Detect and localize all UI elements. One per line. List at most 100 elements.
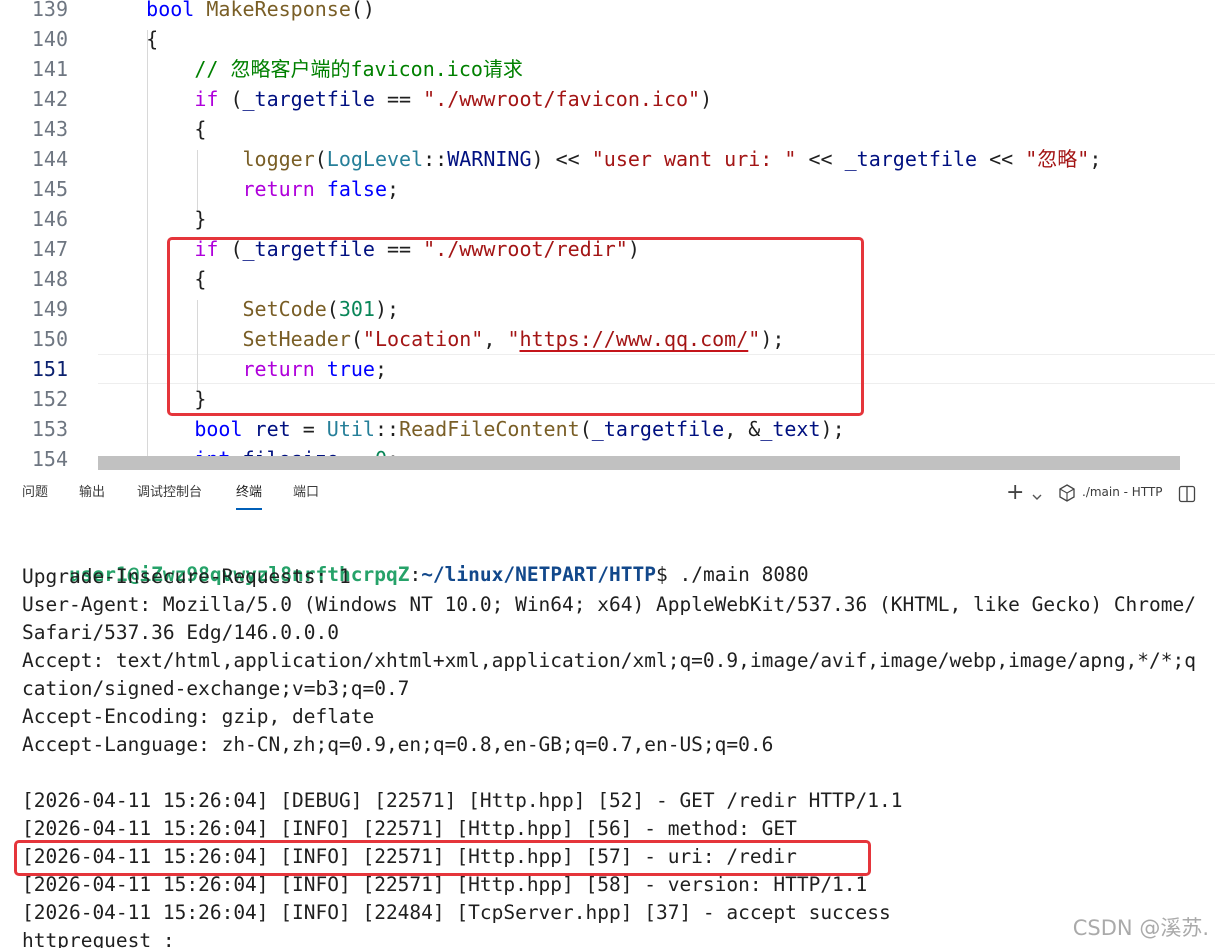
code-line[interactable]: { xyxy=(98,114,206,144)
tab-problems[interactable]: 问题 xyxy=(22,484,48,502)
terminal-name[interactable]: ./main - HTTP xyxy=(1082,485,1163,499)
code-line[interactable]: if (_targetfile == "./wwwroot/favicon.ic… xyxy=(98,84,712,114)
code-token: // 忽略客户端的favicon.ico请求 xyxy=(194,57,523,81)
chevron-down-icon[interactable] xyxy=(1032,486,1042,505)
code-token: << xyxy=(977,147,1026,171)
code-token: , & xyxy=(724,417,761,441)
code-token: if xyxy=(194,87,219,111)
code-token: << xyxy=(796,147,845,171)
line-number: 139 xyxy=(31,0,68,21)
code-line[interactable]: return false; xyxy=(98,174,400,204)
code-token: :: xyxy=(423,147,448,171)
terminal-line: [2026-04-11 15:26:04] [INFO] [22571] [Ht… xyxy=(22,817,797,840)
tab-ports[interactable]: 端口 xyxy=(293,484,319,502)
horizontal-scrollbar[interactable] xyxy=(98,456,1180,470)
code-token: { xyxy=(98,27,159,51)
line-number: 145 xyxy=(31,177,68,201)
code-token: ) << xyxy=(531,147,592,171)
line-number: 150 xyxy=(31,327,68,351)
code-line[interactable]: logger(LogLevel::WARNING) << "user want … xyxy=(98,144,1102,174)
line-number: 153 xyxy=(31,417,68,441)
code-line[interactable]: bool ret = Util::ReadFileContent(_target… xyxy=(98,414,845,444)
prompt-command: $ ./main 8080 xyxy=(656,563,809,586)
line-number: 141 xyxy=(31,57,68,81)
code-token: _targetfile xyxy=(242,87,375,111)
code-token: } xyxy=(98,207,207,231)
line-number: 151 xyxy=(31,357,68,381)
code-token: ( xyxy=(314,147,327,171)
code-token: _text xyxy=(760,417,821,441)
code-token: :: xyxy=(374,417,400,441)
line-number: 149 xyxy=(31,297,68,321)
line-number: 148 xyxy=(31,267,68,291)
terminal-line: User-Agent: Mozilla/5.0 (Windows NT 10.0… xyxy=(22,593,1196,616)
code-line[interactable]: // 忽略客户端的favicon.ico请求 xyxy=(98,54,523,84)
terminal-line: Accept-Encoding: gzip, deflate xyxy=(22,705,375,728)
line-number: 144 xyxy=(31,147,68,171)
code-line[interactable]: { xyxy=(98,24,158,54)
line-number: 142 xyxy=(31,87,68,111)
code-token: bool xyxy=(194,417,243,441)
code-token: ReadFileContent xyxy=(399,417,580,441)
code-token: ) xyxy=(700,87,713,111)
code-token: WARNING xyxy=(447,147,532,171)
terminal-line: cation/signed-exchange;v=b3;q=0.7 xyxy=(22,677,410,700)
terminal-line: Upgrade-Insecure-Requests: 1 xyxy=(22,565,351,588)
code-token: MakeResponse xyxy=(206,0,351,21)
code-token: LogLevel xyxy=(326,147,424,171)
highlight-box-uri-log xyxy=(14,840,871,876)
line-number: 140 xyxy=(31,27,68,51)
line-number: 143 xyxy=(31,117,68,141)
code-token: ; xyxy=(387,177,400,201)
watermark: CSDN @溪苏. xyxy=(1072,916,1209,940)
code-token: ; xyxy=(1089,147,1102,171)
code-token: "./wwwroot/favicon.ico" xyxy=(423,87,701,111)
highlight-box-redirect-code xyxy=(167,237,864,416)
code-token: ret xyxy=(254,417,291,441)
code-token: ( xyxy=(579,417,592,441)
code-token: Util xyxy=(326,417,375,441)
code-token: false xyxy=(326,177,388,201)
code-token: = xyxy=(290,417,327,441)
terminal-output[interactable]: user1@iZwz98qvwyzl8nrfthcrpqZ:~/linux/NE… xyxy=(0,530,1215,948)
terminal-line: [2026-04-11 15:26:04] [DEBUG] [22571] [H… xyxy=(22,789,903,812)
add-terminal-icon[interactable]: + xyxy=(1006,480,1024,505)
code-token: logger xyxy=(242,147,315,171)
code-token: == xyxy=(374,87,424,111)
code-token: () xyxy=(350,0,375,21)
code-token: return xyxy=(242,177,315,201)
terminal-icon xyxy=(1058,484,1076,506)
prompt-path: ~/linux/NETPART/HTTP xyxy=(421,563,656,586)
panel-tab-bar: 问题 输出 调试控制台 终端 端口 + ./main - HTTP xyxy=(0,470,1215,516)
terminal-line: [2026-04-11 15:26:04] [INFO] [22484] [Tc… xyxy=(22,901,891,924)
code-token: _targetfile xyxy=(591,417,725,441)
line-number: 147 xyxy=(31,237,68,261)
terminal-line: httprequest : xyxy=(22,929,175,948)
code-line[interactable]: bool MakeResponse() xyxy=(98,0,375,24)
code-token: bool xyxy=(146,0,195,21)
terminal-line: Safari/537.36 Edg/146.0.0.0 xyxy=(22,621,339,644)
code-token: "user want uri: " xyxy=(591,147,797,171)
tab-terminal[interactable]: 终端 xyxy=(236,484,263,510)
code-editor[interactable]: 139 140 141 142 143 144 145 146 147 148 149 150 151 1… xyxy=(0,0,1215,470)
line-number: 152 xyxy=(31,387,68,411)
tab-output[interactable]: 输出 xyxy=(79,484,105,502)
terminal-line: Accept-Language: zh-CN,zh;q=0.9,en;q=0.8… xyxy=(22,733,774,756)
code-token: _targetfile xyxy=(844,147,978,171)
split-terminal-icon[interactable] xyxy=(1178,485,1196,507)
line-number: 154 xyxy=(31,447,68,470)
code-token: { xyxy=(98,117,207,141)
line-number: 146 xyxy=(31,207,68,231)
code-token: ); xyxy=(820,417,845,441)
code-line[interactable]: } xyxy=(98,204,206,234)
code-token: "忽略" xyxy=(1025,147,1090,171)
tab-debug-console[interactable]: 调试控制台 xyxy=(137,484,202,502)
